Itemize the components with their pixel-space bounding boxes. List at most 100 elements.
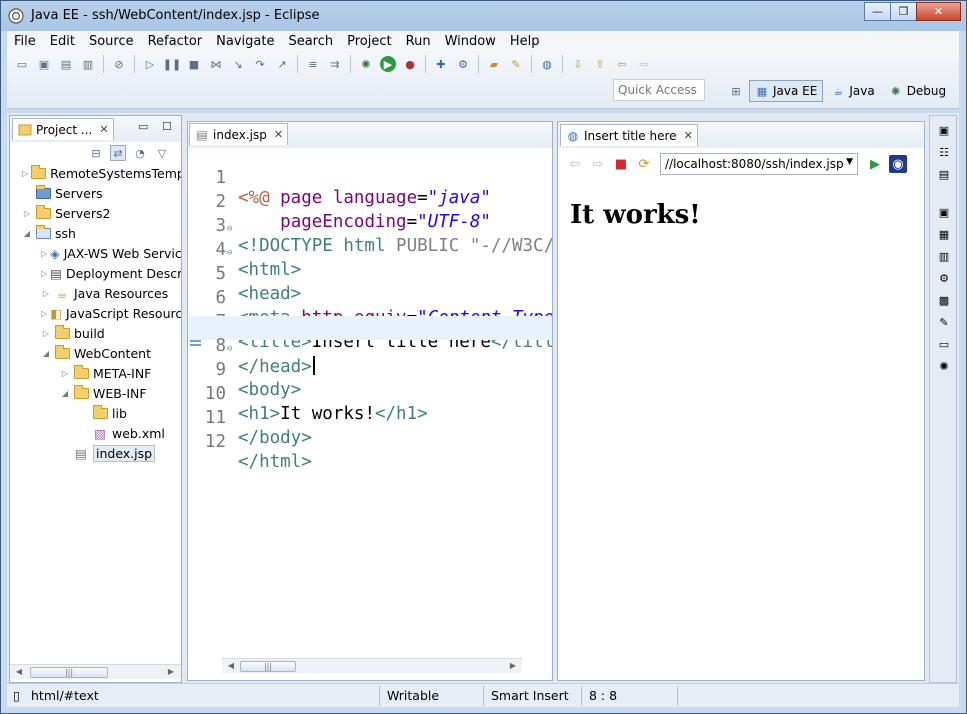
menu-project[interactable]: Project	[340, 34, 398, 49]
menu-refactor[interactable]: Refactor	[141, 34, 210, 49]
tree-item-meta-inf[interactable]: ▷ META-INF	[10, 363, 181, 383]
scroll-thumb[interactable]: |||	[30, 667, 108, 678]
menu-run[interactable]: Run	[399, 34, 438, 49]
go-icon[interactable]: ▶	[866, 155, 884, 173]
step-over-icon[interactable]: ↷	[252, 56, 268, 72]
open-task-icon[interactable]: ✎	[508, 56, 524, 72]
outline-icon[interactable]: ☷	[936, 144, 952, 160]
run-icon[interactable]: ▶	[380, 56, 396, 72]
focus-icon[interactable]: ◔	[132, 145, 148, 161]
open-type-icon[interactable]: ▰	[486, 56, 502, 72]
step-return-icon[interactable]: ↗	[274, 56, 290, 72]
close-tab-icon[interactable]: ✕	[99, 123, 108, 136]
maximize-view-icon[interactable]: ☐	[162, 120, 172, 133]
tree-item-deployment[interactable]: ▷ ▤ Deployment Descriptor	[10, 263, 181, 283]
refresh-icon[interactable]: ⟳	[635, 155, 653, 173]
console-icon[interactable]: ▭	[936, 336, 952, 352]
new-server-icon[interactable]: ✚	[433, 56, 449, 72]
tree-item-lib[interactable]: lib	[10, 403, 181, 423]
resume-icon[interactable]: ▷	[142, 56, 158, 72]
snippets-icon[interactable]: ✎	[936, 314, 952, 330]
tab-index-jsp[interactable]: ▤ index.jsp ✕	[189, 123, 289, 145]
minimize-button[interactable]: —	[864, 2, 891, 21]
menu-search[interactable]: Search	[281, 34, 340, 49]
fold-icon[interactable]: ⊖	[227, 248, 232, 258]
tab-browser[interactable]: ◍ Insert title here ✕	[560, 124, 698, 146]
debug-icon[interactable]: ✺	[936, 358, 952, 374]
maximize-button[interactable]: ❐	[890, 2, 917, 21]
fold-icon[interactable]: ⊖	[227, 344, 232, 354]
close-tab-icon[interactable]: ✕	[274, 128, 283, 141]
disconnect-icon[interactable]: ⋈	[208, 56, 224, 72]
annotation-down-icon[interactable]: ⇩	[570, 56, 586, 72]
globe-icon[interactable]: ◍	[539, 56, 555, 72]
forward-icon[interactable]: ⇨	[636, 56, 652, 72]
collapse-all-icon[interactable]: ⊟	[88, 145, 104, 161]
explorer-horizontal-scrollbar[interactable]: ◀ ||| ▶	[10, 664, 181, 679]
markers-icon[interactable]: ▦	[936, 226, 952, 242]
minimize-view-icon[interactable]: ▭	[138, 120, 148, 133]
tab-project-explorer[interactable]: Project ... ✕	[12, 118, 114, 140]
menu-edit[interactable]: Edit	[43, 34, 82, 49]
fold-icon[interactable]: ⊖	[227, 224, 232, 234]
tree-item-java-resources[interactable]: ▷ ☕ Java Resources	[10, 283, 181, 303]
link-with-editor-icon[interactable]: ⇄	[110, 145, 126, 161]
menu-window[interactable]: Window	[438, 34, 503, 49]
scroll-right-icon[interactable]: ▶	[506, 660, 520, 672]
tree-item-web-inf[interactable]: ◢ WEB-INF	[10, 383, 181, 403]
tree-item-js-resources[interactable]: ▷ ◧ JavaScript Resources	[10, 303, 181, 323]
perspective-debug[interactable]: ✺ Debug	[883, 80, 952, 102]
menu-file[interactable]: File	[7, 34, 43, 49]
save-icon[interactable]: ▣	[36, 56, 52, 72]
debug-icon[interactable]: ✺	[358, 56, 374, 72]
scroll-right-icon[interactable]: ▶	[164, 666, 178, 678]
restore-icon[interactable]: ▣	[936, 204, 952, 220]
tree-item-jaxws[interactable]: ▷ ◈ JAX-WS Web Services	[10, 243, 181, 263]
scroll-left-icon[interactable]: ◀	[12, 666, 26, 678]
back-icon[interactable]: ⇦	[566, 155, 584, 173]
settings-icon[interactable]: ⚙	[455, 56, 471, 72]
data-source-icon[interactable]: ▩	[936, 292, 952, 308]
restore-icon[interactable]: ▣	[936, 122, 952, 138]
tree-item-ssh[interactable]: ◢ ssh	[10, 223, 181, 243]
stop-icon[interactable]: ■	[612, 155, 630, 173]
properties-icon[interactable]: ▥	[936, 248, 952, 264]
perspective-java[interactable]: ☕ Java	[825, 80, 880, 102]
menu-navigate[interactable]: Navigate	[209, 34, 281, 49]
print-icon[interactable]: ▥	[80, 56, 96, 72]
chevron-down-icon[interactable]: ▼	[846, 157, 853, 167]
task-list-icon[interactable]: ▤	[936, 166, 952, 182]
eclipse-web-icon[interactable]: ◉	[889, 155, 907, 173]
quick-access-field[interactable]: Quick Access	[613, 79, 705, 101]
skip-breakpoints-icon[interactable]: ⊘	[111, 56, 127, 72]
step-into-icon[interactable]: ↘	[230, 56, 246, 72]
tree-item-build[interactable]: ▷ build	[10, 323, 181, 343]
use-step-filters-icon[interactable]: ⇉	[327, 56, 343, 72]
menu-source[interactable]: Source	[82, 34, 141, 49]
close-button[interactable]: ✕	[916, 2, 961, 21]
perspective-java-ee[interactable]: ▦ Java EE	[749, 80, 824, 102]
menu-help[interactable]: Help	[503, 34, 547, 49]
scroll-left-icon[interactable]: ◀	[224, 660, 238, 672]
drop-to-frame-icon[interactable]: ≡	[305, 56, 321, 72]
save-all-icon[interactable]: ▤	[58, 56, 74, 72]
view-menu-icon[interactable]: ▽	[154, 145, 170, 161]
tree-item-remote-systems[interactable]: ▷ RemoteSystemsTemp	[10, 163, 181, 183]
run-server-icon[interactable]: ●	[402, 56, 418, 72]
tree-item-servers[interactable]: Servers	[10, 183, 181, 203]
new-icon[interactable]: ▭	[14, 56, 30, 72]
close-tab-icon[interactable]: ✕	[684, 129, 693, 142]
suspend-icon[interactable]: ❚❚	[163, 56, 181, 72]
annotation-up-icon[interactable]: ⇧	[592, 56, 608, 72]
forward-icon[interactable]: ⇨	[589, 155, 607, 173]
url-input[interactable]: //localhost:8080/ssh/index.jsp ▼	[660, 153, 858, 175]
scroll-thumb[interactable]: |||	[240, 661, 296, 672]
terminate-icon[interactable]: ■	[186, 56, 202, 72]
code-area[interactable]: 1 <%@ page language="java" 2 pageEncodin…	[188, 148, 552, 666]
tree-item-web-xml[interactable]: ▧ web.xml	[10, 423, 181, 443]
tree-item-webcontent[interactable]: ◢ WebContent	[10, 343, 181, 363]
tree-item-servers2[interactable]: ▷ Servers2	[10, 203, 181, 223]
open-perspective-icon[interactable]: ⊞	[728, 83, 744, 99]
servers-icon[interactable]: ⚙	[936, 270, 952, 286]
editor-horizontal-scrollbar[interactable]: ◀ ||| ▶	[222, 658, 522, 673]
